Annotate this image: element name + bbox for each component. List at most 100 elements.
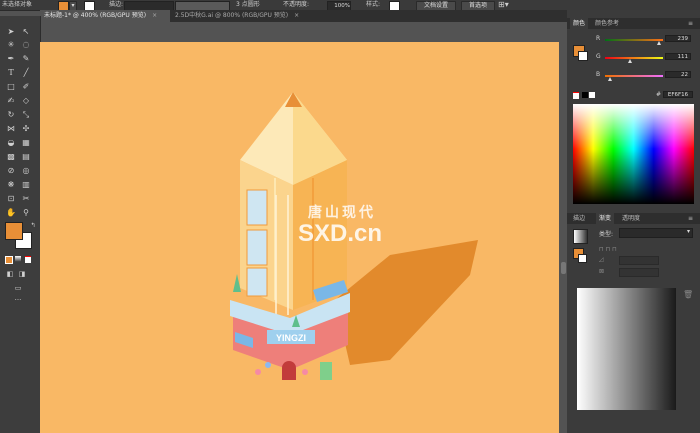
black-color-icon[interactable]: [582, 92, 588, 98]
column-graph-icon[interactable]: ▥: [20, 180, 32, 189]
tab-transparency[interactable]: 透明度: [619, 213, 643, 224]
more-tools-icon[interactable]: ···: [12, 296, 24, 305]
artboard[interactable]: YINGZI 唐山现代 SXD.cn: [40, 42, 559, 433]
watermark-latin: SXD.cn: [298, 220, 383, 247]
window: [246, 189, 268, 226]
type-tool-icon[interactable]: T: [5, 68, 17, 77]
screen-mode-icon[interactable]: ▭: [12, 284, 24, 293]
color-panel-tabs: 颜色 颜色参考 ≡: [567, 18, 700, 29]
draw-mode-icon[interactable]: ◧: [4, 270, 16, 279]
gradient-stroke-swatch[interactable]: [578, 254, 587, 263]
blue-value[interactable]: 22: [665, 71, 691, 78]
hex-field[interactable]: EF6F16: [663, 91, 693, 98]
pen-tool-icon[interactable]: ✒: [5, 54, 17, 63]
tab-color-guide[interactable]: 颜色参考: [592, 18, 622, 29]
channel-label: G: [596, 53, 601, 60]
tab-gradient[interactable]: 渐变: [596, 213, 615, 224]
selection-tool-icon[interactable]: ➤: [5, 27, 17, 36]
channel-label: R: [596, 35, 601, 42]
lasso-icon[interactable]: ◌: [20, 40, 32, 49]
brush-definition[interactable]: 3 点圆形: [236, 1, 260, 8]
tab-stroke[interactable]: 描边: [570, 213, 588, 224]
color-spectrum[interactable]: [573, 104, 694, 204]
style-label: 样式:: [366, 1, 381, 8]
tab-mid-autumn[interactable]: 2.5D中秋G.ai @ 800% (RGB/GPU 预览) ×: [171, 10, 301, 22]
symbol-sprayer-icon[interactable]: ❋: [5, 180, 17, 189]
blend-icon[interactable]: ◎: [20, 166, 32, 175]
curvature-icon[interactable]: ✎: [20, 54, 32, 63]
none-color-icon[interactable]: [573, 92, 579, 99]
sign-text: YINGZI: [276, 333, 306, 343]
green-slider-knob[interactable]: [628, 59, 633, 63]
angle-field[interactable]: [619, 256, 659, 265]
green-value[interactable]: 111: [665, 53, 691, 60]
panel-menu-icon[interactable]: ≡: [685, 213, 696, 224]
eraser-icon[interactable]: ◇: [20, 96, 32, 105]
aspect-field[interactable]: [619, 268, 659, 277]
right-panel-dock: 颜色 颜色参考 ≡ R 239 G 111 B 22 # EF6F16 描边 渐…: [567, 10, 700, 433]
tab-color[interactable]: 颜色: [570, 18, 589, 29]
slice-icon[interactable]: ✂: [20, 194, 32, 203]
puppet-warp-icon[interactable]: ✣: [20, 124, 32, 133]
magic-wand-icon[interactable]: ✳: [5, 40, 17, 49]
red-slider[interactable]: [605, 39, 663, 41]
close-icon[interactable]: ×: [152, 12, 157, 19]
direct-selection-icon[interactable]: ↖: [20, 27, 32, 36]
vertical-scrollbar-thumb[interactable]: [561, 262, 566, 274]
arched-door: [282, 361, 296, 380]
red-value[interactable]: 239: [665, 35, 691, 42]
white-color-icon[interactable]: [589, 92, 595, 98]
blue-slider-knob[interactable]: [607, 77, 612, 81]
tools-panel: ➤ ↖ ✳ ◌ ✒ ✎ T ╱ □ ✐ ✍ ◇ ↻ ⤡ ⋈ ✣ ◒ ▦ ▩ ▤ …: [0, 16, 41, 433]
window: [246, 267, 268, 297]
kiosk: [320, 362, 332, 380]
color-stroke-swatch[interactable]: [578, 51, 588, 61]
scale-icon[interactable]: ⤡: [20, 110, 32, 119]
shape-builder-icon[interactable]: ◒: [5, 138, 17, 147]
stroke-label: 描边:: [109, 1, 124, 8]
swap-colors-icon[interactable]: ↰: [27, 221, 39, 230]
rotate-icon[interactable]: ↻: [5, 110, 17, 119]
gradient-tool-icon[interactable]: ▤: [20, 152, 32, 161]
tab-untitled-1[interactable]: 未标题-1* @ 400% (RGB/GPU 预览) ×: [40, 10, 170, 22]
eyedropper-icon[interactable]: ⊘: [5, 166, 17, 175]
hex-label: #: [656, 91, 662, 98]
window: [246, 229, 268, 266]
zoom-icon[interactable]: ⚲: [20, 208, 32, 217]
artboard-icon[interactable]: ⊡: [5, 194, 17, 203]
lamp-sign: [302, 369, 308, 375]
aspect-icon: ⊠: [599, 268, 605, 275]
close-icon[interactable]: ×: [294, 12, 299, 19]
stroke-gradient-icons[interactable]: ⊓ ⊓ ⊓: [599, 246, 617, 253]
hand-icon[interactable]: ✋: [5, 208, 17, 217]
delete-stop-icon[interactable]: 🗑: [683, 290, 693, 299]
green-slider[interactable]: [605, 57, 663, 59]
arrange-icon[interactable]: ⊞▾: [498, 0, 509, 10]
red-slider-knob[interactable]: [657, 41, 662, 45]
selection-status: 未选择对象: [2, 1, 33, 8]
width-tool-icon[interactable]: ⋈: [5, 124, 17, 133]
fill-color-front[interactable]: [5, 222, 23, 240]
opacity-label: 不透明度:: [283, 1, 310, 8]
blue-slider[interactable]: [605, 75, 663, 77]
perspective-icon[interactable]: ▦: [20, 138, 32, 147]
gradient-type-label: 类型:: [599, 231, 614, 238]
gradient-annotator-preview[interactable]: [577, 288, 676, 410]
long-shadow: [335, 240, 478, 365]
panel-menu-icon[interactable]: ≡: [685, 18, 696, 29]
document-tab-bar: 未标题-1* @ 400% (RGB/GPU 预览) × 2.5D中秋G.ai @…: [40, 10, 567, 22]
gradient-panel-tabs: 描边 渐变 透明度 ≡: [567, 213, 700, 224]
shaper-icon[interactable]: ✍: [5, 96, 17, 105]
line-tool-icon[interactable]: ╱: [20, 68, 32, 77]
mesh-icon[interactable]: ▩: [5, 152, 17, 161]
tab-label: 2.5D中秋G.ai @ 800% (RGB/GPU 预览): [175, 12, 289, 19]
gradient-mode-icon[interactable]: [15, 256, 21, 262]
lamp-sign: [265, 362, 271, 368]
gradient-type-select[interactable]: ▾: [619, 228, 693, 238]
paintbrush-icon[interactable]: ✐: [20, 82, 32, 91]
draw-inside-icon[interactable]: ◨: [16, 270, 28, 279]
gradient-preview[interactable]: [573, 229, 588, 244]
color-mode-icon[interactable]: [5, 256, 13, 264]
none-mode-icon[interactable]: [25, 256, 31, 263]
rectangle-tool-icon[interactable]: □: [5, 82, 17, 91]
